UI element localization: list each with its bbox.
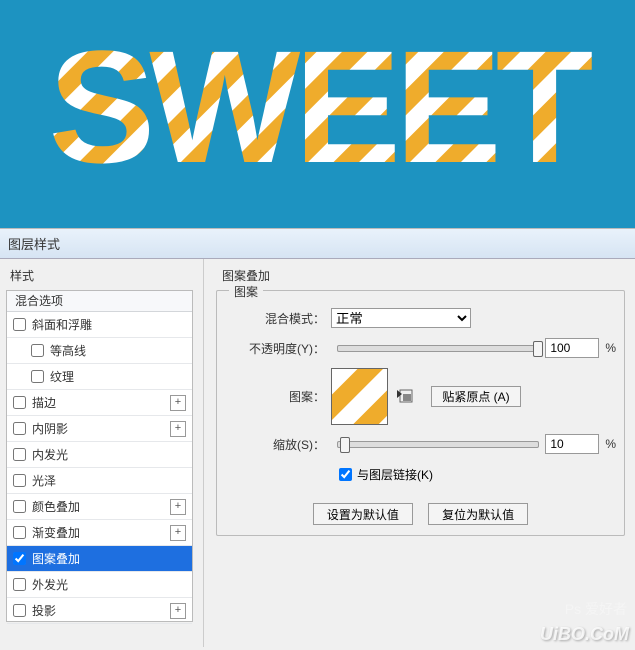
style-checkbox[interactable] — [31, 344, 44, 357]
styles-listbox: 混合选项 斜面和浮雕等高线纹理描边+内阴影+内发光光泽颜色叠加+渐变叠加+图案叠… — [6, 290, 193, 622]
style-item-图案叠加[interactable]: 图案叠加 — [7, 546, 192, 572]
style-checkbox[interactable] — [13, 578, 26, 591]
style-label: 等高线 — [50, 342, 186, 359]
add-effect-icon[interactable]: + — [170, 525, 186, 541]
link-row: 与图层链接(K) — [335, 459, 616, 489]
style-label: 外发光 — [32, 576, 186, 593]
style-checkbox[interactable] — [13, 526, 26, 539]
opacity-input[interactable]: 100 — [545, 338, 599, 358]
blend-mode-select[interactable]: 正常 — [331, 308, 471, 328]
scale-label: 缩放(S)： — [225, 436, 331, 453]
style-item-光泽[interactable]: 光泽 — [7, 468, 192, 494]
style-checkbox[interactable] — [31, 370, 44, 383]
link-layer-label: 与图层链接(K) — [357, 466, 433, 483]
opacity-thumb[interactable] — [533, 341, 543, 357]
pattern-overlay-title: 图案叠加 — [222, 267, 625, 284]
add-effect-icon[interactable]: + — [170, 421, 186, 437]
dialog-title: 图层样式 — [8, 237, 60, 252]
style-checkbox[interactable] — [13, 422, 26, 435]
style-item-渐变叠加[interactable]: 渐变叠加+ — [7, 520, 192, 546]
style-item-纹理[interactable]: 纹理 — [7, 364, 192, 390]
pattern-swatch-wrap[interactable] — [331, 368, 388, 425]
blending-options-header[interactable]: 混合选项 — [7, 291, 192, 312]
add-effect-icon[interactable]: + — [170, 395, 186, 411]
style-label: 纹理 — [50, 368, 186, 385]
default-buttons-row: 设置为默认值 复位为默认值 — [225, 503, 616, 525]
style-checkbox[interactable] — [13, 500, 26, 513]
sweet-text-art: SWEET — [0, 12, 635, 212]
style-label: 渐变叠加 — [32, 524, 170, 541]
options-pane: 图案叠加 图案 混合模式： 正常 不透明度(Y)： 100 % 图案： — [204, 259, 635, 647]
style-label: 图案叠加 — [32, 550, 186, 567]
style-item-描边[interactable]: 描边+ — [7, 390, 192, 416]
style-checkbox[interactable] — [13, 552, 26, 565]
pattern-legend: 图案 — [229, 283, 263, 300]
scale-input[interactable]: 10 — [545, 434, 599, 454]
style-item-等高线[interactable]: 等高线 — [7, 338, 192, 364]
style-item-内阴影[interactable]: 内阴影+ — [7, 416, 192, 442]
opacity-unit: % — [605, 341, 616, 355]
style-label: 斜面和浮雕 — [32, 316, 186, 333]
styles-pane: 样式 混合选项 斜面和浮雕等高线纹理描边+内阴影+内发光光泽颜色叠加+渐变叠加+… — [0, 259, 204, 647]
style-checkbox[interactable] — [13, 318, 26, 331]
svg-text:SWEET: SWEET — [49, 17, 593, 196]
layer-style-dialog: 样式 混合选项 斜面和浮雕等高线纹理描边+内阴影+内发光光泽颜色叠加+渐变叠加+… — [0, 259, 635, 647]
add-effect-icon[interactable]: + — [170, 499, 186, 515]
style-label: 光泽 — [32, 472, 186, 489]
dialog-titlebar: 图层样式 — [0, 229, 635, 259]
opacity-label: 不透明度(Y)： — [225, 340, 331, 357]
style-label: 颜色叠加 — [32, 498, 170, 515]
scale-row: 缩放(S)： 10 % — [225, 429, 616, 459]
style-label: 描边 — [32, 394, 170, 411]
opacity-slider[interactable] — [337, 345, 539, 352]
add-effect-icon[interactable]: + — [170, 603, 186, 619]
scale-unit: % — [605, 437, 616, 451]
style-label: 投影 — [32, 602, 170, 619]
pattern-dropdown-icon[interactable] — [397, 390, 402, 398]
style-checkbox[interactable] — [13, 604, 26, 617]
style-item-外发光[interactable]: 外发光 — [7, 572, 192, 598]
styles-section-title: 样式 — [10, 267, 203, 284]
watermark-brand: Ps 爱好者 — [565, 599, 627, 619]
style-item-斜面和浮雕[interactable]: 斜面和浮雕 — [7, 312, 192, 338]
pattern-fieldset: 图案 混合模式： 正常 不透明度(Y)： 100 % 图案： — [216, 290, 625, 536]
watermark-domain: UiBO.CoM — [540, 624, 629, 645]
style-checkbox[interactable] — [13, 396, 26, 409]
style-item-投影[interactable]: 投影+ — [7, 598, 192, 624]
scale-thumb[interactable] — [340, 437, 350, 453]
opacity-row: 不透明度(Y)： 100 % — [225, 333, 616, 363]
style-item-颜色叠加[interactable]: 颜色叠加+ — [7, 494, 192, 520]
snap-origin-button[interactable]: 贴紧原点 (A) — [431, 386, 521, 407]
make-default-button[interactable]: 设置为默认值 — [313, 503, 413, 525]
scale-slider[interactable] — [337, 441, 539, 448]
blend-mode-label: 混合模式： — [225, 310, 331, 327]
pattern-label: 图案： — [225, 388, 331, 405]
style-label: 内发光 — [32, 446, 186, 463]
blend-mode-row: 混合模式： 正常 — [225, 303, 616, 333]
style-label: 内阴影 — [32, 420, 170, 437]
pattern-swatch[interactable] — [331, 368, 388, 425]
reset-default-button[interactable]: 复位为默认值 — [428, 503, 528, 525]
style-checkbox[interactable] — [13, 474, 26, 487]
document-canvas: SWEET — [0, 0, 635, 229]
pattern-row: 图案： 贴紧原点 (A) — [225, 363, 616, 429]
link-layer-checkbox[interactable] — [339, 468, 352, 481]
style-checkbox[interactable] — [13, 448, 26, 461]
style-item-内发光[interactable]: 内发光 — [7, 442, 192, 468]
